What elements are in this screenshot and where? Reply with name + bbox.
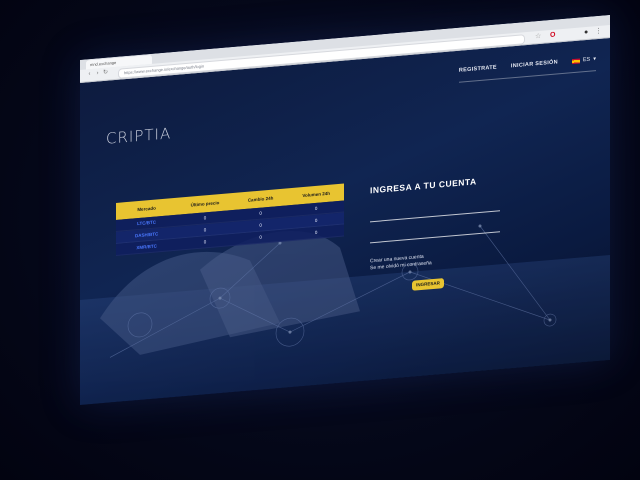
market-pair-link[interactable]: DASH/BTC [116,230,177,240]
change-24h: 0 [259,234,262,240]
last-price: 0 [203,227,207,233]
volume-24h: 0 [314,217,318,224]
column-header-change-24h[interactable]: Cambio 24h [233,194,289,204]
login-form: INGRESA A TU CUENTA Crear una nueva cuen… [370,174,500,294]
column-header-market[interactable]: Mercado [116,204,177,214]
register-link[interactable]: REGISTRATE [459,65,497,74]
login-link[interactable]: INICIAR SESIÓN [511,59,558,69]
language-selector[interactable]: ES ▾ [571,56,596,64]
forward-icon[interactable]: › [94,70,101,78]
opera-icon[interactable]: O [550,31,555,40]
column-header-volume-24h[interactable]: Volumen 24h [288,190,344,200]
market-pair-link[interactable]: XMR/BTC [116,242,177,252]
monitor-screen: mnd.exchange ‹ › ↻ https://www.exchange.… [80,14,610,405]
language-label: ES [582,56,591,64]
profile-icon[interactable]: ● [584,28,588,37]
username-field[interactable] [370,200,500,223]
volume-24h: 0 [314,229,318,236]
password-field[interactable] [370,221,500,244]
volume-24h: 0 [314,205,318,212]
reload-icon[interactable]: ↻ [102,70,109,78]
last-price: 0 [203,215,207,221]
change-24h: 0 [259,222,262,228]
column-header-last-price[interactable]: Último precio [177,199,233,209]
menu-icon[interactable]: ⋮ [595,27,602,37]
market-pair-link[interactable]: LTC/BTC [116,218,177,228]
login-links: Crear una nueva cuenta Se me olvidó mi c… [370,247,500,272]
back-icon[interactable]: ‹ [86,71,93,79]
chevron-down-icon: ▾ [593,56,596,63]
change-24h: 0 [259,210,262,216]
last-price: 0 [203,239,207,245]
spain-flag-icon [571,58,580,64]
star-icon[interactable]: ☆ [535,32,541,42]
